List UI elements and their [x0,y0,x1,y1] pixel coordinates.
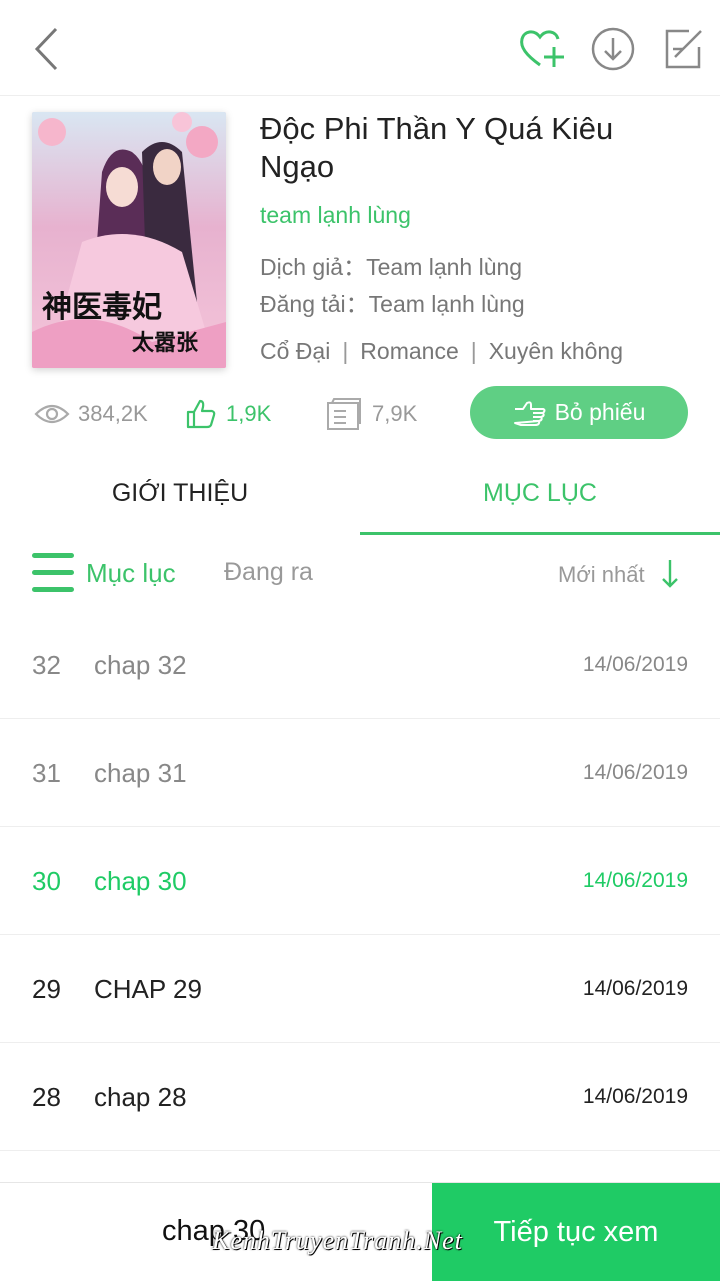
uploader-name: Team lạnh lùng [368,291,525,317]
chapter-name: chap 28 [94,1081,187,1112]
uploader-row: Đăng tải：Team lạnh lùng [260,285,525,319]
edit-icon[interactable] [658,24,708,74]
chapter-row-current[interactable]: 30 chap 30 14/06/2019 [0,827,720,935]
chapter-date: 14/06/2019 [582,761,688,784]
tickets-stat: 7,9K [326,392,417,436]
toc-label[interactable]: Mục lục [86,558,176,589]
hand-point-icon [513,400,546,426]
tag-item[interactable]: Cổ Đại [260,338,330,364]
chapter-date: 14/06/2019 [582,977,688,1000]
menu-list-icon[interactable] [32,552,76,594]
status-label: Đang ra [224,558,313,586]
tab-introduction[interactable]: GIỚI THIỆU [0,452,360,534]
chapter-name: CHAP 29 [94,973,202,1004]
chapter-row[interactable]: 32 chap 32 14/06/2019 [0,611,720,719]
translator-name: Team lạnh lùng [366,254,523,280]
book-title: Độc Phi Thần Y Quá Kiêu Ngạo [260,111,614,184]
uploader-label: Đăng tải： [260,291,369,317]
active-tab-indicator [360,532,720,535]
tickets-count: 7,9K [372,401,418,426]
chapter-row[interactable]: 31 chap 31 14/06/2019 [0,719,720,827]
chapter-date: 14/06/2019 [582,869,688,892]
top-bar [0,0,720,96]
chapter-number: 32 [32,649,61,680]
cover-title-text: 神医毒妃 [42,290,162,325]
continue-reading-button[interactable]: Tiếp tục xem [432,1183,720,1281]
chapter-number: 30 [32,865,61,896]
tab-table-of-contents[interactable]: MỤC LỤC [360,452,720,534]
vote-button[interactable]: Bỏ phiếu [470,386,688,439]
chapter-name: chap 32 [94,649,187,680]
chapter-date: 14/06/2019 [582,653,688,676]
chapter-row[interactable]: 28 chap 28 14/06/2019 [0,1043,720,1151]
chapter-number: 29 [32,973,61,1004]
ticket-icon [327,398,361,430]
views-count: 384,2K [78,401,148,426]
toc-toolbar: Mục lục Đang ra Mới nhất [0,548,720,602]
book-cover[interactable]: 神医毒妃 太嚣张 [32,112,226,368]
translator-row: Dịch giả：Team lạnh lùng [260,248,522,282]
chapter-date: 14/06/2019 [582,1085,688,1108]
tag-item[interactable]: Xuyên không [489,338,623,364]
chapter-name: chap 30 [94,865,187,896]
back-arrow-icon[interactable] [22,24,72,74]
sort-label[interactable]: Mới nhất [558,562,645,588]
heart-plus-icon[interactable] [518,24,568,74]
likes-count: 1,9K [226,401,272,426]
tag-list: Cổ Đại | Romance | Xuyên không [260,338,623,364]
team-name[interactable]: team lạnh lùng [260,202,411,229]
chapter-row[interactable]: 29 CHAP 29 14/06/2019 [0,935,720,1043]
tag-item[interactable]: Romance [360,338,458,364]
views-stat: 384,2K [34,392,148,436]
watermark-text: KenhTruyenTranh.Net [212,1226,463,1255]
chapter-number: 31 [32,757,61,788]
vote-button-label: Bỏ phiếu [554,399,646,425]
eye-icon [34,404,70,424]
likes-stat[interactable]: 1,9K [186,392,271,436]
cover-title-text-2: 太嚣张 [132,330,199,356]
translator-label: Dịch giả： [260,254,367,280]
download-icon[interactable] [588,24,638,74]
chapter-number: 28 [32,1081,61,1112]
sort-down-arrow-icon[interactable] [660,558,680,590]
thumbs-up-icon [186,399,216,429]
chapter-name: chap 31 [94,757,187,788]
